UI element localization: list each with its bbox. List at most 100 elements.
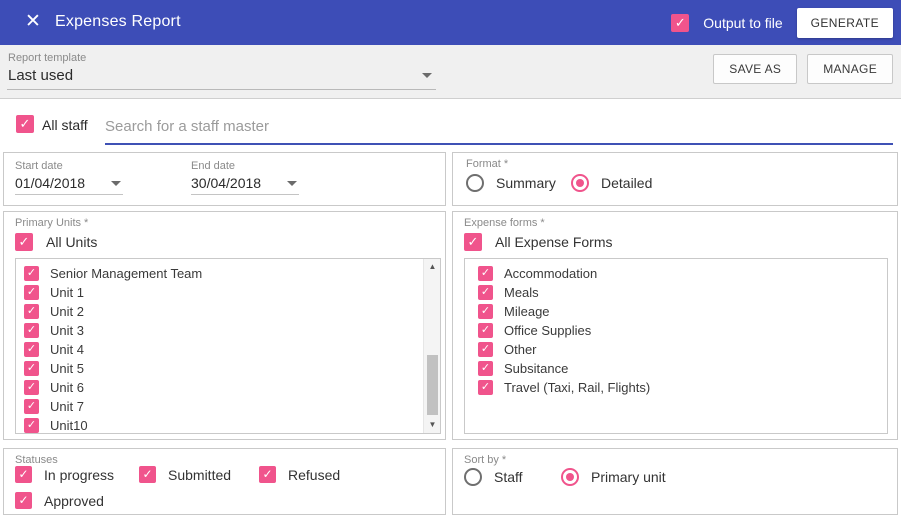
list-item[interactable]: ✓Accommodation: [478, 264, 887, 283]
check-icon: ✓: [478, 323, 493, 338]
unit-checkbox[interactable]: ✓: [24, 361, 39, 376]
all-expense-forms-row[interactable]: ✓ All Expense Forms: [464, 233, 612, 251]
check-icon: ✓: [24, 380, 39, 395]
list-item[interactable]: ✓Unit 7: [24, 397, 440, 416]
unit-checkbox[interactable]: ✓: [24, 342, 39, 357]
sort-option-staff[interactable]: Staff: [464, 468, 523, 486]
start-date-underline: [15, 194, 123, 195]
vertical-scrollbar[interactable]: ▲ ▼: [423, 259, 440, 433]
report-template-label: Report template: [8, 52, 86, 64]
chevron-down-icon[interactable]: [422, 73, 432, 78]
report-template-select[interactable]: Last used: [8, 67, 73, 84]
check-icon: ✓: [478, 266, 493, 281]
form-checkbox[interactable]: ✓: [478, 323, 493, 338]
list-item[interactable]: ✓Unit 1: [24, 283, 440, 302]
status-checkbox[interactable]: ✓: [15, 466, 32, 483]
unit-checkbox[interactable]: ✓: [24, 418, 39, 433]
generate-button[interactable]: GENERATE: [797, 8, 893, 38]
format-option-detailed[interactable]: Detailed: [571, 174, 652, 192]
status-label: Approved: [44, 493, 104, 509]
check-icon: ✓: [24, 342, 39, 357]
list-item[interactable]: ✓Office Supplies: [478, 321, 887, 340]
status-checkbox[interactable]: ✓: [259, 466, 276, 483]
scroll-up-icon[interactable]: ▲: [424, 259, 441, 275]
manage-button[interactable]: MANAGE: [807, 54, 893, 84]
sort-by-label: Sort by *: [464, 454, 506, 466]
end-date-field[interactable]: End date 30/04/2018: [191, 153, 311, 207]
list-item[interactable]: ✓Meals: [478, 283, 887, 302]
form-checkbox[interactable]: ✓: [478, 342, 493, 357]
check-icon: ✓: [464, 233, 482, 251]
status-approved[interactable]: ✓ Approved: [15, 492, 104, 509]
statuses-label: Statuses: [15, 454, 58, 466]
list-item[interactable]: ✓Senior Management Team: [24, 264, 440, 283]
status-label: Refused: [288, 467, 340, 483]
radio-unselected-icon[interactable]: [464, 468, 482, 486]
check-icon: ✓: [139, 466, 156, 483]
check-icon: ✓: [24, 399, 39, 414]
form-checkbox[interactable]: ✓: [478, 380, 493, 395]
list-item[interactable]: ✓ Unit 6: [24, 378, 440, 397]
close-icon[interactable]: ✕: [24, 13, 42, 31]
status-in-progress[interactable]: ✓ In progress: [15, 466, 114, 483]
status-refused[interactable]: ✓ Refused: [259, 466, 340, 483]
list-item[interactable]: ✓Subsitance: [478, 359, 887, 378]
save-as-button[interactable]: SAVE AS: [713, 54, 797, 84]
start-date-field[interactable]: Start date 01/04/2018: [15, 153, 135, 207]
start-date-value[interactable]: 01/04/2018: [15, 175, 85, 191]
list-item[interactable]: ✓ Unit 4: [24, 340, 440, 359]
scrollbar-thumb[interactable]: [427, 355, 438, 415]
chevron-down-icon[interactable]: [111, 181, 121, 186]
all-units-checkbox[interactable]: ✓: [15, 233, 33, 251]
form-checkbox[interactable]: ✓: [478, 285, 493, 300]
output-to-file-label: Output to file: [703, 15, 782, 31]
radio-selected-icon[interactable]: [571, 174, 589, 192]
detailed-option-label: Detailed: [601, 175, 652, 191]
radio-unselected-icon[interactable]: [466, 174, 484, 192]
unit-checkbox[interactable]: ✓: [24, 304, 39, 319]
unit-checkbox[interactable]: ✓: [24, 380, 39, 395]
unit-checkbox[interactable]: ✓: [24, 323, 39, 338]
output-to-file-checkbox[interactable]: ✓: [671, 14, 689, 32]
list-item[interactable]: ✓Unit 3: [24, 321, 440, 340]
unit-label: Unit 6: [50, 380, 84, 395]
all-expense-forms-checkbox[interactable]: ✓: [464, 233, 482, 251]
check-icon: ✓: [16, 115, 34, 133]
status-checkbox[interactable]: ✓: [15, 492, 32, 509]
dialog-header: ✕ Expenses Report ✓ Output to file GENER…: [0, 0, 901, 45]
list-item[interactable]: ✓Unit 5: [24, 359, 440, 378]
form-checkbox[interactable]: ✓: [478, 361, 493, 376]
list-item[interactable]: ✓Unit 2: [24, 302, 440, 321]
check-icon: ✓: [15, 466, 32, 483]
status-checkbox[interactable]: ✓: [139, 466, 156, 483]
chevron-down-icon[interactable]: [287, 181, 297, 186]
primary-units-panel: Primary Units * ✓ All Units ✓Senior Mana…: [3, 211, 446, 440]
form-checkbox[interactable]: ✓: [478, 266, 493, 281]
scroll-down-icon[interactable]: ▼: [424, 417, 441, 433]
staff-option-label: Staff: [494, 469, 523, 485]
format-option-summary[interactable]: Summary: [466, 174, 556, 192]
list-item[interactable]: ✓Travel (Taxi, Rail, Flights): [478, 378, 887, 397]
unit-label: Unit 4: [50, 342, 84, 357]
list-item[interactable]: ✓Unit10: [24, 416, 440, 434]
list-item[interactable]: ✓ Other: [478, 340, 887, 359]
check-icon: ✓: [24, 304, 39, 319]
status-submitted[interactable]: ✓ Submitted: [139, 466, 231, 483]
check-icon: ✓: [24, 285, 39, 300]
unit-checkbox[interactable]: ✓: [24, 285, 39, 300]
format-panel: Format * Summary Detailed: [452, 152, 898, 206]
all-staff-checkbox[interactable]: ✓: [16, 115, 34, 133]
form-label: Other: [504, 342, 537, 357]
check-icon: ✓: [478, 380, 493, 395]
check-icon: ✓: [478, 361, 493, 376]
unit-checkbox[interactable]: ✓: [24, 399, 39, 414]
unit-checkbox[interactable]: ✓: [24, 266, 39, 281]
staff-search-input[interactable]: [105, 109, 893, 143]
sort-option-primary-unit[interactable]: Primary unit: [561, 468, 666, 486]
end-date-value[interactable]: 30/04/2018: [191, 175, 261, 191]
status-label: Submitted: [168, 467, 231, 483]
all-units-row[interactable]: ✓ All Units: [15, 233, 97, 251]
list-item[interactable]: ✓Mileage: [478, 302, 887, 321]
radio-selected-icon[interactable]: [561, 468, 579, 486]
form-checkbox[interactable]: ✓: [478, 304, 493, 319]
